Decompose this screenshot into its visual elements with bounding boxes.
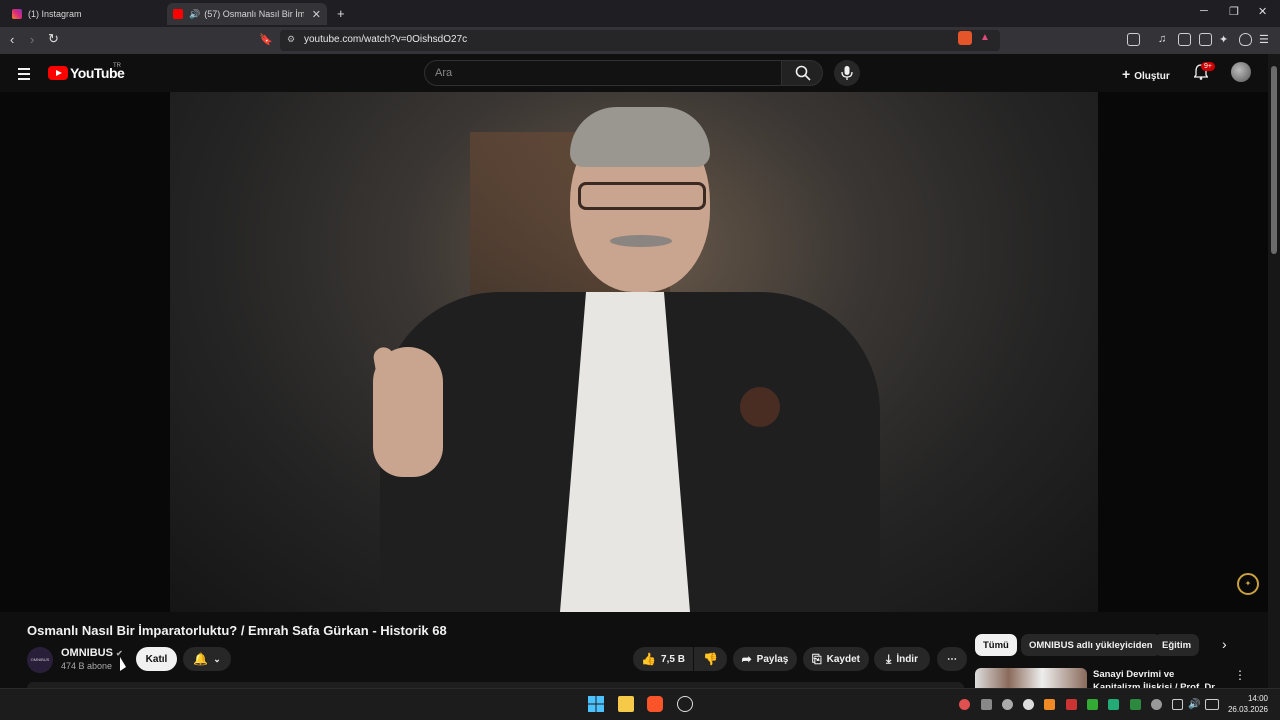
country-code: TR	[113, 63, 121, 69]
chevron-down-icon: ⌄	[213, 653, 221, 664]
share-button[interactable]: ➦ Paylaş	[733, 647, 797, 671]
scrollbar-thumb[interactable]	[1271, 66, 1277, 254]
forward-icon[interactable]: ›	[30, 32, 34, 47]
instagram-icon	[12, 9, 22, 19]
wallet-icon[interactable]	[1199, 33, 1212, 46]
mouse-cursor	[120, 657, 126, 671]
brave-shields-icon[interactable]	[958, 31, 972, 45]
site-info-icon[interactable]: ⚙	[287, 34, 295, 45]
thumbs-down-icon: 👎	[703, 652, 718, 666]
chip-all[interactable]: Tümü	[975, 634, 1017, 656]
thumbs-up-icon: 👍	[641, 652, 657, 666]
back-icon[interactable]: ‹	[10, 32, 14, 47]
tray-app-icon-6[interactable]	[1066, 699, 1077, 710]
recommendation-thumbnail[interactable]	[975, 668, 1087, 688]
video-player[interactable]	[0, 92, 1268, 612]
tab-youtube-video[interactable]: 🔊 (57) Osmanlı Nasıl Bir İmparatorluktu?…	[167, 3, 327, 25]
like-button[interactable]: 👍 7,5 B	[633, 647, 693, 671]
dislike-button[interactable]: 👎	[694, 647, 727, 671]
download-icon: ⤓	[886, 651, 892, 666]
youtube-logo-icon[interactable]	[48, 66, 68, 80]
music-icon[interactable]: ♫	[1158, 33, 1171, 46]
more-dots-icon: ⋯	[947, 653, 957, 665]
chip-from-uploader[interactable]: OMNIBUS adlı yükleyiciden	[1021, 634, 1161, 656]
tray-app-icon-9[interactable]	[1130, 699, 1141, 710]
channel-avatar[interactable]: OMNIBUS	[27, 647, 53, 673]
brave-browser-icon[interactable]	[647, 696, 663, 712]
windows-start-icon[interactable]	[588, 696, 604, 712]
close-window-button[interactable]: ✕	[1258, 5, 1267, 18]
menu-icon[interactable]: ☰	[1259, 33, 1272, 46]
more-actions-button[interactable]: ⋯	[937, 647, 967, 671]
tray-app-icon-3[interactable]	[1002, 699, 1013, 710]
search-button[interactable]	[781, 60, 823, 86]
tray-app-icon-5[interactable]	[1044, 699, 1055, 710]
hamburger-menu-icon[interactable]	[18, 68, 30, 83]
speaker-hair	[570, 107, 710, 167]
video-title: Osmanlı Nasıl Bir İmparatorluktu? / Emra…	[27, 623, 447, 638]
search-icon	[795, 65, 811, 81]
account-avatar[interactable]	[1231, 62, 1251, 82]
reload-icon[interactable]: ↻	[48, 31, 59, 47]
maximize-button[interactable]: ❐	[1229, 5, 1239, 18]
tray-app-icon-8[interactable]	[1108, 699, 1119, 710]
bookmark-save-icon: ⎘	[812, 651, 822, 666]
chip-education[interactable]: Eğitim	[1154, 634, 1200, 656]
tray-app-icon-1[interactable]	[959, 699, 970, 710]
speaker-mustache	[610, 235, 672, 247]
sidebar-icon[interactable]	[1178, 33, 1191, 46]
voice-search-button[interactable]	[834, 60, 860, 86]
vpn-shield-icon[interactable]	[1239, 33, 1252, 46]
speaker-icon: 🔊	[189, 8, 201, 19]
join-button[interactable]: Katıl	[136, 647, 177, 671]
notification-count-badge: 9+	[1201, 62, 1215, 71]
microphone-icon	[841, 66, 853, 80]
volume-icon[interactable]: 🔊	[1188, 699, 1200, 710]
battery-icon[interactable]	[1205, 699, 1219, 710]
microphone-tray-icon[interactable]	[1151, 699, 1162, 710]
tray-app-icon-2[interactable]	[981, 699, 992, 710]
create-button[interactable]: + Oluştur	[1122, 66, 1170, 82]
subscriber-count: 474 B abone	[61, 661, 113, 671]
pocket-square	[740, 387, 780, 427]
plus-icon: +	[1122, 66, 1131, 82]
share-arrow-icon: ➦	[741, 652, 752, 666]
youtube-favicon-icon	[173, 9, 183, 19]
subscription-bell-button[interactable]: 🔔 ⌄	[183, 647, 231, 671]
close-tab-icon[interactable]: ✕	[312, 8, 321, 21]
tray-app-icon-7[interactable]	[1087, 699, 1098, 710]
minimize-button[interactable]: ─	[1200, 5, 1208, 17]
download-button[interactable]: ⤓ İndir	[874, 647, 930, 671]
new-tab-button[interactable]: +	[337, 6, 345, 21]
recommendation-title[interactable]: Sanayi Devrimi ve Kapitalizm İlişkisi / …	[1093, 668, 1223, 688]
channel-name[interactable]: OMNIBUS ✔	[61, 647, 123, 659]
chevron-right-icon[interactable]: ›	[1222, 636, 1227, 652]
screenshot-icon[interactable]	[1127, 33, 1140, 46]
save-button[interactable]: ⎘ Kaydet	[803, 647, 869, 671]
system-clock[interactable]: 14:00 26.03.2026	[1226, 693, 1268, 715]
network-icon[interactable]	[1172, 699, 1183, 710]
chatgpt-icon[interactable]	[677, 696, 693, 712]
speaker-glasses	[578, 182, 706, 210]
recommendation-menu-icon[interactable]: ⋮	[1234, 668, 1246, 682]
file-explorer-icon[interactable]	[618, 696, 634, 712]
bell-icon: 🔔	[193, 652, 209, 666]
brave-rewards-icon[interactable]: ▲	[980, 32, 990, 43]
tab-instagram[interactable]: (1) Instagram	[6, 3, 164, 25]
omnibox[interactable]: ⚙ youtube.com/watch?v=0OishsdO27c ▲	[280, 30, 1000, 51]
bookmark-icon[interactable]: 🔖	[259, 33, 273, 46]
search-input[interactable]: Ara	[424, 60, 782, 86]
tray-app-icon-4[interactable]	[1023, 699, 1034, 710]
leo-ai-icon[interactable]: ✦	[1219, 33, 1232, 46]
branding-watermark-icon[interactable]: ✦	[1237, 573, 1259, 595]
